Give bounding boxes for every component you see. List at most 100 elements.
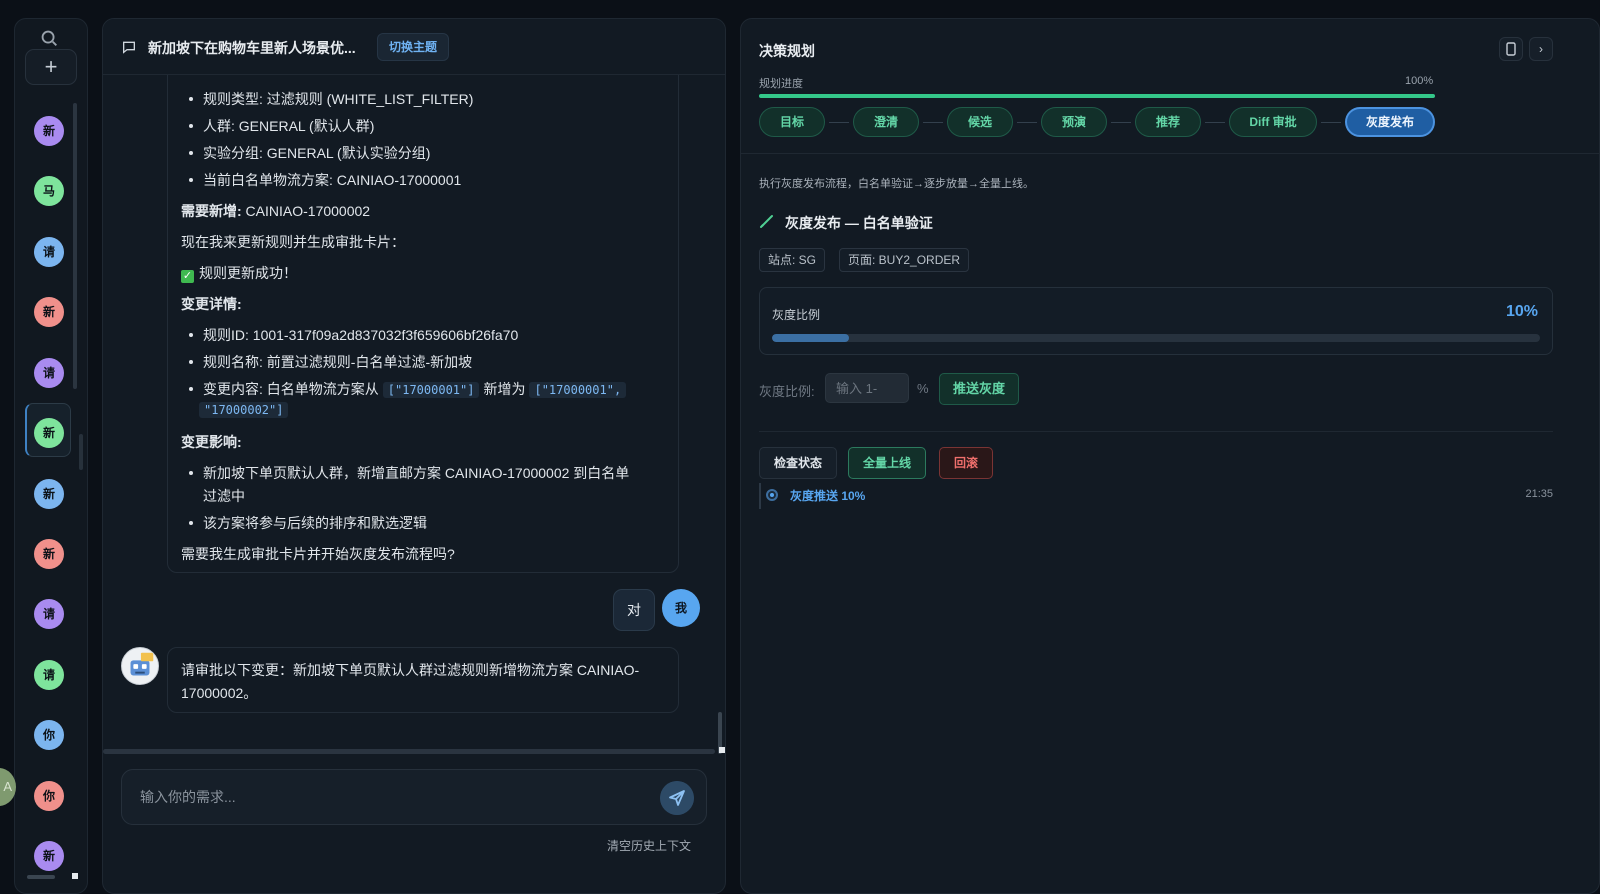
decision-panel: 决策规划 › 规划进度 100% 目标 澄清 候选 预演 推荐 Diff 审批 灰度发布 执… — [740, 18, 1600, 894]
change-content-prefix: 变更内容: 白名单物流方案从 — [203, 381, 379, 397]
list-item: 人群: GENERAL (默认人群) — [188, 118, 375, 134]
bot-message-text: 请审批以下变更：新加坡下单页默认人群过滤规则新增物流方案 CAINIAO-170… — [181, 662, 640, 701]
conversation-avatar[interactable]: 请 — [34, 660, 64, 690]
push-gray-button[interactable]: 推送灰度 — [939, 373, 1020, 405]
message-input[interactable] — [140, 770, 640, 824]
gray-ratio-bar — [772, 334, 1540, 342]
pencil-icon — [760, 215, 773, 228]
rail-resize-handle[interactable] — [72, 873, 78, 879]
conversation-avatar[interactable]: 马 — [34, 176, 64, 206]
gray-ratio-value: 10% — [1505, 303, 1538, 320]
user-message-bubble: 对 — [613, 589, 655, 631]
new-conversation-button[interactable]: + — [25, 49, 77, 85]
need-add-line: 需要新增: CAINIAO-17000002 — [181, 201, 370, 221]
panel-title: 决策规划 — [759, 43, 815, 59]
chat-panel: 新加坡下在购物车里新人场景优... 切换主题 规则类型: 过滤规则 (WHITE… — [102, 18, 726, 894]
rollback-button[interactable]: 回滚 — [939, 447, 994, 479]
bot-message-card: 请审批以下变更：新加坡下单页默认人群过滤规则新增物流方案 CAINIAO-170… — [167, 647, 679, 713]
progress-bar — [759, 94, 1435, 98]
divider — [741, 153, 1599, 154]
step-4[interactable]: 推荐 — [1135, 107, 1201, 137]
step-pipeline: 目标 澄清 候选 预演 推荐 Diff 审批 灰度发布 — [759, 107, 1439, 137]
list-item: 规则ID: 1001-317f09a2d837032f3f659606bf26f… — [188, 327, 519, 343]
list-item: 该方案将参与后续的排序和默选逻辑 — [189, 515, 427, 531]
step-connector — [1205, 122, 1225, 123]
user-avatar: 我 — [662, 589, 700, 627]
step-0[interactable]: 目标 — [759, 107, 825, 137]
conversation-avatar[interactable]: 新 — [34, 539, 64, 569]
chat-title: 新加坡下在购物车里新人场景优... — [148, 40, 356, 56]
change-impact-heading: 变更影响: — [181, 434, 242, 450]
gray-ratio-bar-fill — [772, 334, 849, 342]
device-toggle-button[interactable] — [1499, 37, 1523, 61]
gray-ratio-input[interactable] — [825, 373, 909, 403]
list-item: 规则名称: 前置过滤规则-白名单过滤-新加坡 — [188, 354, 473, 370]
conversation-rail: + 新马请新请新新新请请你你新 — [14, 18, 88, 894]
conversation-avatar[interactable]: 你 — [34, 720, 64, 750]
stage-title: 灰度发布 — 白名单验证 — [785, 215, 933, 231]
list-item: 规则类型: 过滤规则 (WHITE_LIST_FILTER) — [188, 91, 474, 107]
step-3[interactable]: 预演 — [1041, 107, 1107, 137]
step-1[interactable]: 澄清 — [853, 107, 919, 137]
switch-topic-button[interactable]: 切换主题 — [377, 33, 450, 61]
clear-history-link[interactable]: 清空历史上下文 — [607, 837, 691, 854]
divider — [759, 431, 1553, 432]
progress-label: 规划进度 — [759, 78, 803, 90]
percent-unit: % — [917, 381, 929, 396]
conversation-avatar[interactable]: 请 — [34, 599, 64, 629]
full-release-button[interactable]: 全量上线 — [848, 447, 927, 479]
log-entry-time: 21:35 — [1525, 488, 1553, 500]
page-tag: 页面: BUY2_ORDER — [839, 248, 970, 272]
collapse-panel-button[interactable]: › — [1529, 37, 1553, 61]
chat-header: 新加坡下在购物车里新人场景优... 切换主题 — [103, 19, 725, 75]
code-new-value: ["17000001", — [529, 382, 627, 398]
conversation-avatar[interactable]: 请 — [34, 237, 64, 267]
conversation-avatar[interactable]: 请 — [34, 358, 64, 388]
conversation-avatar[interactable]: 新 — [34, 841, 64, 871]
code-continuation: "17000002"] — [199, 401, 292, 418]
checkmark-icon: ✓ — [181, 270, 194, 283]
now-update-text: 现在我来更新规则并生成审批卡片： — [181, 234, 405, 250]
check-status-button[interactable]: 检查状态 — [759, 447, 838, 479]
list-item: 变更内容: 白名单物流方案从 ["17000001"] 新增为 ["17000001"… — [188, 379, 630, 399]
step-6[interactable]: 灰度发布 — [1345, 107, 1435, 137]
phone-icon — [1506, 42, 1516, 56]
log-timeline-bar — [759, 483, 761, 509]
chevron-right-icon: › — [1539, 42, 1543, 56]
site-tag: 站点: SG — [759, 248, 826, 272]
gray-ratio-form-label: 灰度比例: — [759, 384, 815, 399]
assistant-message-card: 规则类型: 过滤规则 (WHITE_LIST_FILTER) 人群: GENER… — [167, 49, 679, 573]
chat-bubble-icon — [123, 41, 135, 54]
list-item: 实验分组: GENERAL (默认实验分组) — [188, 145, 431, 161]
chat-resize-handle[interactable] — [719, 747, 725, 753]
conversation-avatar[interactable]: 新 — [34, 116, 64, 146]
question-text: 需要我生成审批卡片并开始灰度发布流程吗? — [181, 546, 455, 562]
gray-ratio-label: 灰度比例 — [772, 308, 821, 322]
log-entry-text: 灰度推送 10% — [790, 489, 866, 503]
step-connector — [923, 122, 943, 123]
step-connector — [1321, 122, 1341, 123]
rail-scrollbar[interactable] — [73, 103, 77, 389]
code-new-value-cont: "17000002"] — [199, 402, 289, 418]
list-item: 新加坡下单页默认人群，新增直邮方案 CAINIAO-17000002 到白名单 — [188, 465, 630, 481]
need-add-label: 需要新增: — [181, 203, 242, 219]
code-old-value: ["17000001"] — [382, 382, 480, 398]
conversation-avatar[interactable]: 你 — [34, 781, 64, 811]
search-icon[interactable] — [38, 27, 60, 49]
change-details-heading: 变更详情: — [181, 296, 242, 312]
log-status-dot-icon — [766, 489, 778, 501]
change-content-mid: 新增为 — [483, 381, 526, 397]
conversation-avatar[interactable]: 新 — [34, 479, 64, 509]
chat-horizontal-scrollbar[interactable] — [103, 749, 715, 754]
need-add-value: CAINIAO-17000002 — [241, 203, 371, 219]
step-2[interactable]: 候选 — [947, 107, 1013, 137]
conversation-avatar[interactable]: 新 — [34, 418, 64, 448]
chat-input-box — [121, 769, 707, 825]
send-icon[interactable] — [660, 781, 694, 815]
bot-avatar-icon — [121, 647, 159, 685]
rail-horizontal-scrollbar[interactable] — [27, 875, 55, 879]
conversation-avatar[interactable]: 新 — [34, 297, 64, 327]
step-5[interactable]: Diff 审批 — [1229, 107, 1317, 137]
rail-scrollbar-secondary[interactable] — [79, 434, 83, 470]
step-connector — [829, 122, 849, 123]
